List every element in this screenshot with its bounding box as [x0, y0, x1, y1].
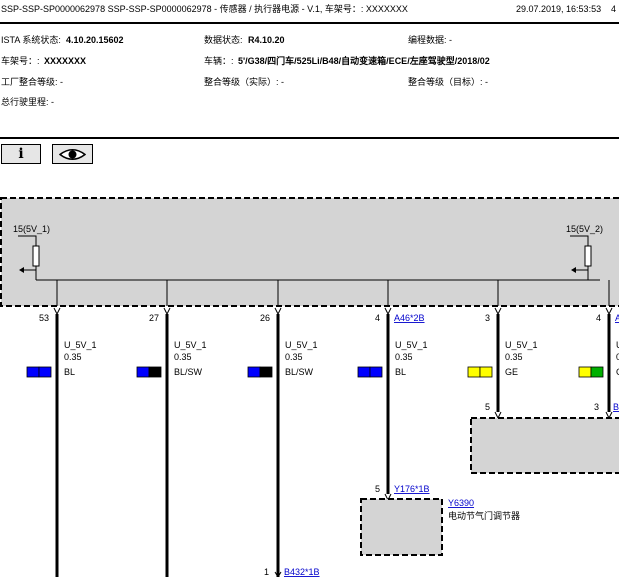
wire-color-swatch-secondary [148, 366, 162, 378]
wire-gauge: 0.35 [174, 352, 192, 362]
pin-number: 26 [260, 313, 270, 323]
pin-number: 53 [39, 313, 49, 323]
actuator-pin: 5 [375, 484, 380, 494]
connector-link[interactable]: A46*2B [394, 313, 425, 323]
wire-color-name: BL/SW [174, 367, 203, 377]
pin-number: 3 [485, 313, 490, 323]
wire-gauge: 0.35 [64, 352, 82, 362]
wire-color-swatch-secondary [259, 366, 273, 378]
wire-color-name: GE [505, 367, 518, 377]
wire-color-swatch-secondary [590, 366, 604, 378]
pin-number: 4 [596, 313, 601, 323]
wire-signal: U_5V_1 [285, 340, 318, 350]
pin-number: 4 [375, 313, 380, 323]
supply-resistor-2 [584, 245, 592, 267]
wire-signal: U_5V_1 [505, 340, 538, 350]
actuator-name: 电动节气门调节器 [448, 510, 520, 521]
throttle-actuator-box [360, 498, 443, 556]
wire-color-name: BL [64, 367, 75, 377]
wire-color-swatch-primary [247, 366, 261, 378]
pin-end-marker [384, 307, 392, 316]
pin-end-marker [53, 307, 61, 316]
wire-gauge: 0.35 [285, 352, 303, 362]
wire-color-name: BL/SW [285, 367, 314, 377]
supply-resistor-1 [32, 245, 40, 267]
pin-number: 27 [149, 313, 159, 323]
connector-link[interactable]: A [615, 313, 619, 323]
bottom-connector-link[interactable]: B432*1B [284, 567, 320, 577]
wire-color-swatch-secondary [38, 366, 52, 378]
wire-color-swatch-primary [578, 366, 592, 378]
wire-color-swatch-secondary [479, 366, 493, 378]
supply-label-1: 15(5V_1) [13, 224, 50, 234]
lower-module-box [470, 417, 619, 474]
wire-color-swatch-secondary [369, 366, 383, 378]
lower-pin-3: 3 [594, 402, 599, 412]
lower-connector-b: B [613, 402, 619, 412]
bottom-pin: 1 [264, 567, 269, 577]
wiring-diagram: 15(5V_1) 15(5V_2) 53U_5V_10.35BL27U_5V_1… [0, 197, 619, 577]
pin-end-marker [494, 307, 502, 316]
wire-signal: U_5V_1 [174, 340, 207, 350]
wire-signal: U_5V_1 [64, 340, 97, 350]
pin-end-marker [605, 307, 613, 316]
wire-gauge: 0.35 [505, 352, 523, 362]
pin-end-marker [163, 307, 171, 316]
wire-color-swatch-primary [357, 366, 371, 378]
pin-end-marker [274, 307, 282, 316]
wire-color-swatch-primary [467, 366, 481, 378]
wire-color-swatch-primary [136, 366, 150, 378]
actuator-id-link[interactable]: Y6390 [448, 498, 474, 508]
lower-pin-5: 5 [485, 402, 490, 412]
control-module-box [0, 197, 619, 307]
wire-color-name: BL [395, 367, 406, 377]
wire-color-swatch-primary [26, 366, 40, 378]
wire-gauge: 0.35 [395, 352, 413, 362]
wire-signal: U_5V_1 [395, 340, 428, 350]
actuator-connector-link[interactable]: Y176*1B [394, 484, 430, 494]
supply-label-2: 15(5V_2) [566, 224, 603, 234]
